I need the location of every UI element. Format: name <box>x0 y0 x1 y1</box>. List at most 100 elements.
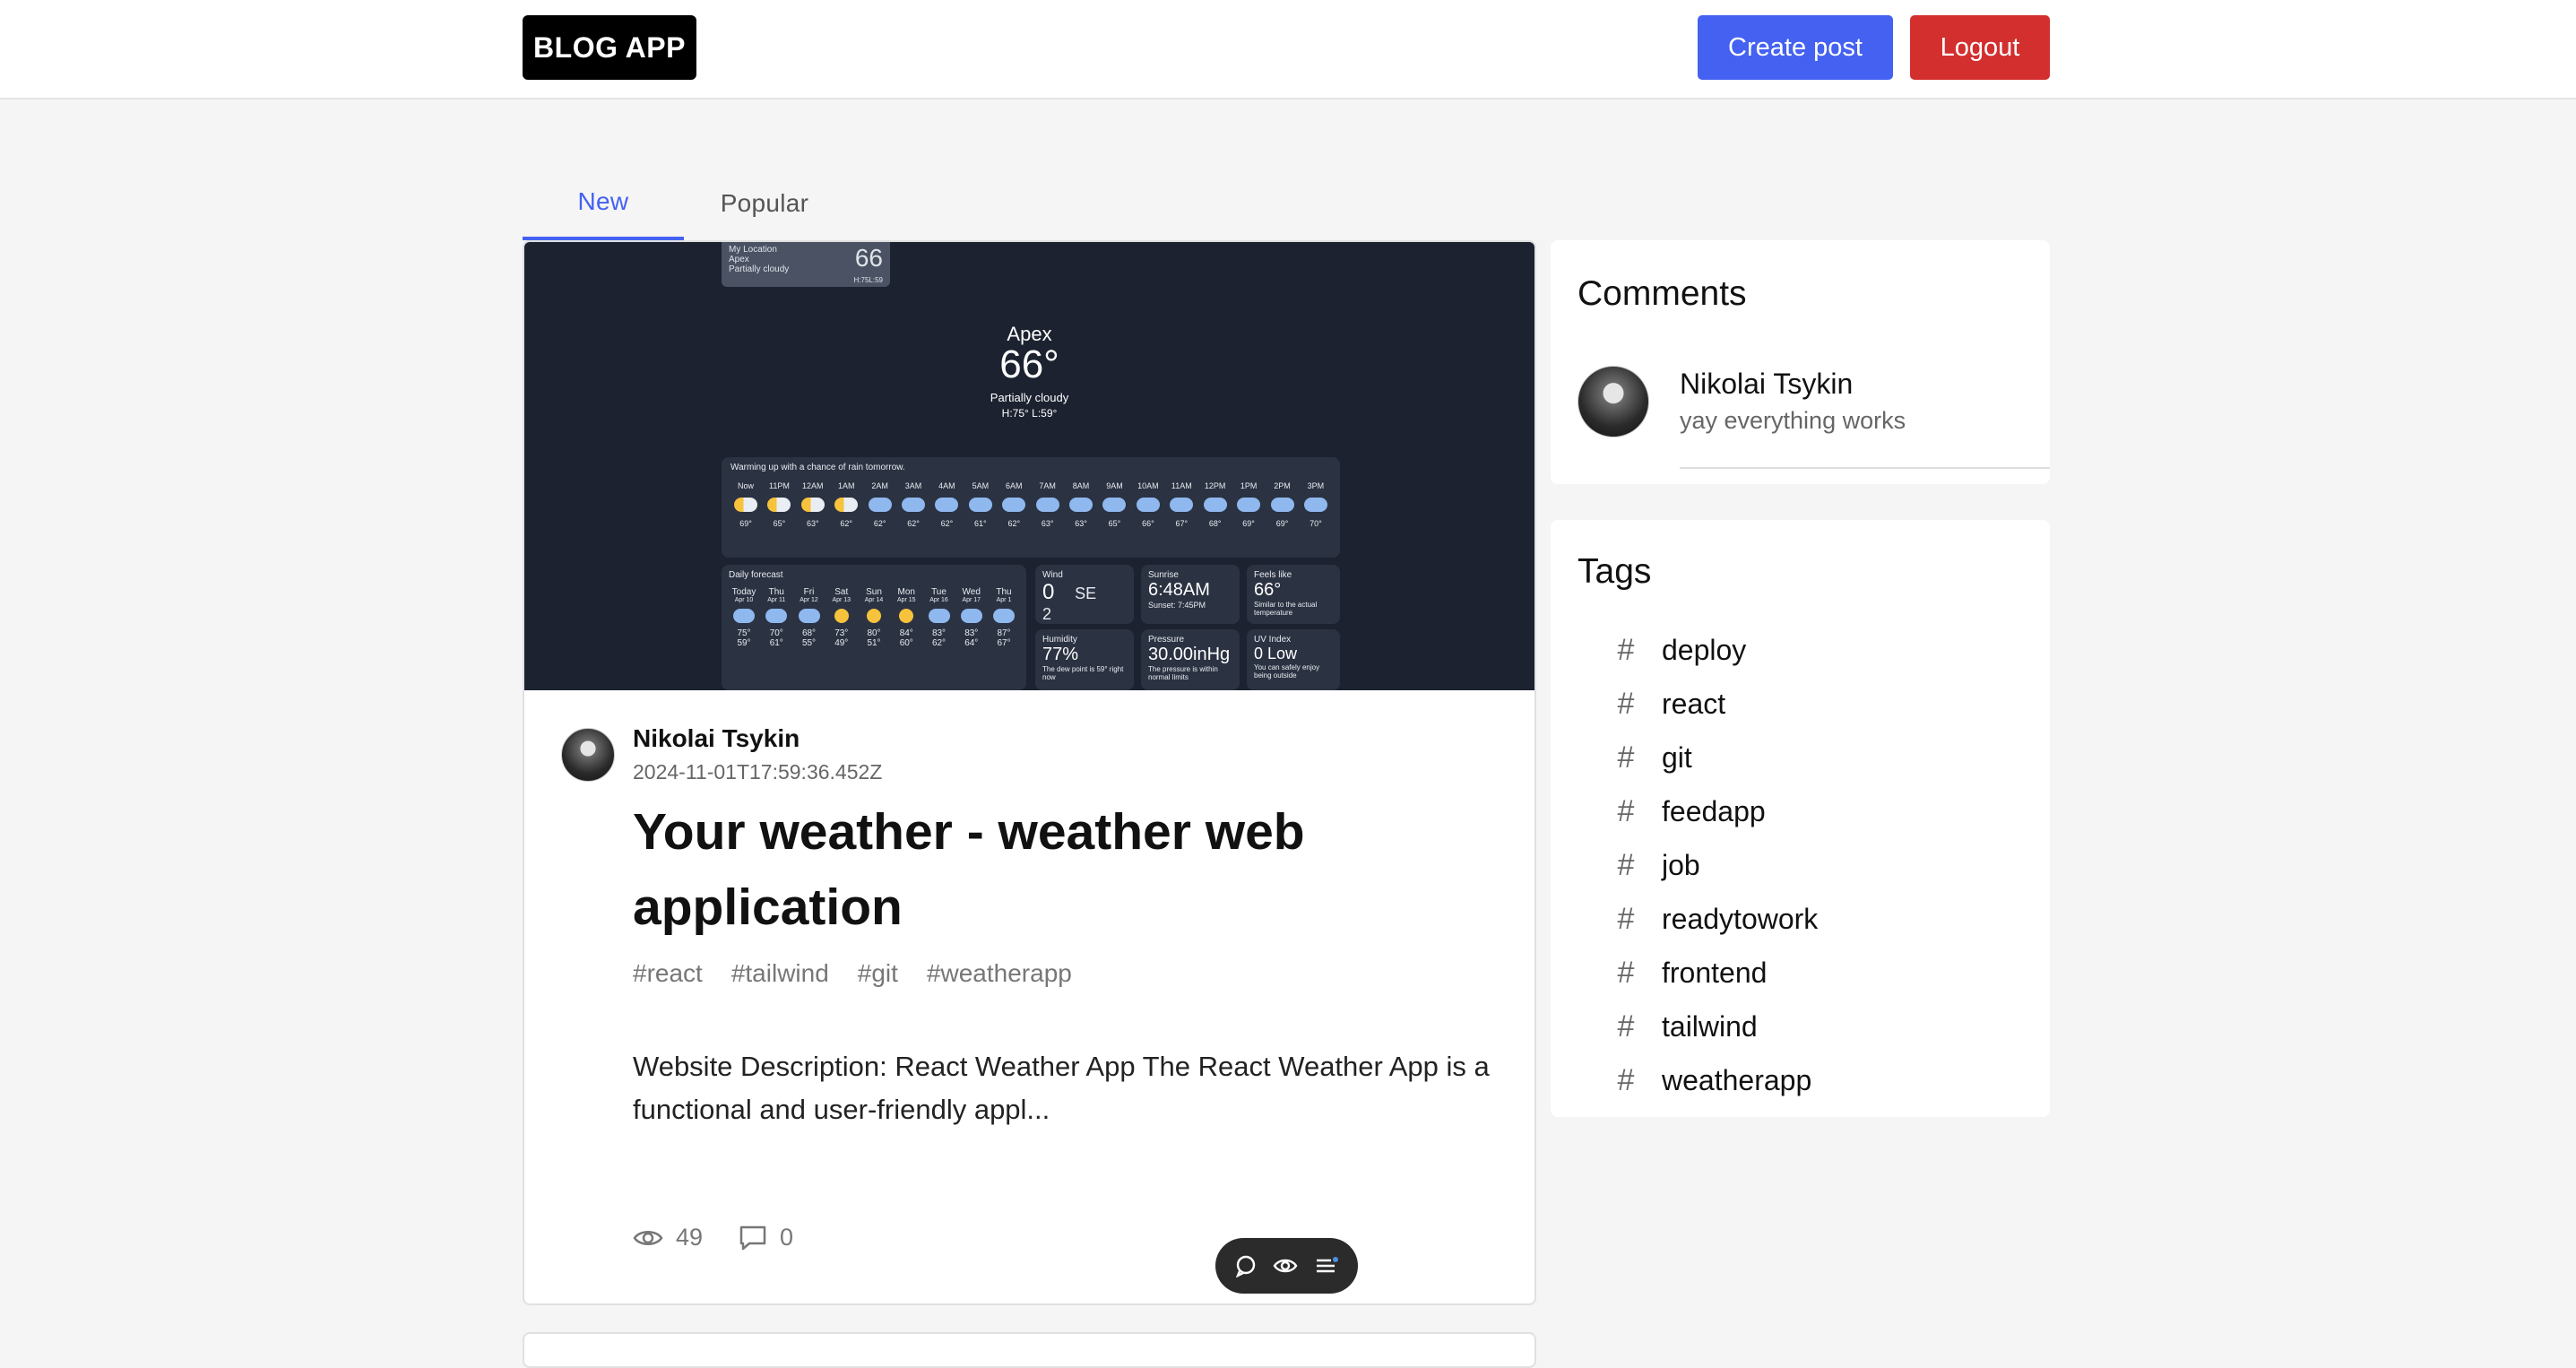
day-date: Apr 15 <box>896 597 916 603</box>
post-tag[interactable]: #tailwind <box>731 959 829 988</box>
sun-icon <box>899 609 914 623</box>
post-tag[interactable]: #weatherapp <box>927 959 1072 988</box>
tag-item[interactable]: # react <box>1612 677 1818 731</box>
comment-author[interactable]: Nikolai Tsykin <box>1680 368 1853 401</box>
tag-item[interactable]: # frontend <box>1612 946 1818 1000</box>
tag-item[interactable]: # job <box>1612 838 1818 892</box>
day-low: 49° <box>834 638 849 648</box>
uv-tile: UV Index 0 Low You can safely enjoy bein… <box>1247 629 1340 690</box>
hour-label: 9AM <box>1106 481 1123 490</box>
day-date: Apr 16 <box>929 597 948 603</box>
cloud-icon <box>733 609 755 623</box>
day-high: 84° <box>899 628 913 638</box>
hourly-item: 11PM 65° <box>764 481 794 528</box>
hour-label: 6AM <box>1005 481 1023 490</box>
cloud-icon <box>993 609 1015 623</box>
hour-temp: 62° <box>907 519 920 528</box>
hash-icon: # <box>1617 686 1635 721</box>
hour-label: 12PM <box>1204 481 1226 490</box>
hourly-item: 2AM 62° <box>865 481 895 528</box>
hour-label: 5AM <box>972 481 990 490</box>
hash-icon: # <box>1617 740 1635 775</box>
author-avatar[interactable] <box>561 728 615 782</box>
day-date: Apr 10 <box>734 597 754 603</box>
post-tag[interactable]: #git <box>858 959 898 988</box>
sunrise-label: Sunrise <box>1148 570 1179 580</box>
views-count: 49 <box>676 1224 704 1251</box>
post-card[interactable]: My Location Apex Partially cloudy 66 H:7… <box>523 240 1536 1305</box>
logout-button[interactable]: Logout <box>1910 15 2050 80</box>
pressure-label: Pressure <box>1148 635 1185 645</box>
hour-label: 12AM <box>802 481 824 490</box>
daily-item: Thu Apr 11 70° 61° <box>761 587 791 648</box>
tab-popular[interactable]: Popular <box>684 166 845 240</box>
create-post-button[interactable]: Create post <box>1698 15 1893 80</box>
post-title[interactable]: Your weather - weather web application <box>633 794 1439 945</box>
cloud-icon <box>928 609 950 623</box>
weather-location-card: My Location Apex Partially cloudy 66 H:7… <box>722 242 890 287</box>
cloud-icon <box>868 498 892 512</box>
day-label: Wed <box>962 587 981 597</box>
tag-item[interactable]: # git <box>1612 731 1818 784</box>
next-post-card[interactable] <box>523 1332 1536 1368</box>
post-stats: 49 0 <box>633 1224 829 1251</box>
tag-item[interactable]: # deploy <box>1612 623 1818 677</box>
day-date: Apr 17 <box>962 597 981 603</box>
tab-new[interactable]: New <box>523 166 684 240</box>
tag-item[interactable]: # weatherapp <box>1612 1053 1818 1107</box>
day-label: Thu <box>768 587 784 597</box>
post-cover-image[interactable]: My Location Apex Partially cloudy 66 H:7… <box>524 242 1534 690</box>
hour-label: 11AM <box>1171 481 1192 490</box>
app-logo[interactable]: BLOG APP <box>523 15 696 80</box>
comments-panel: Comments Nikolai Tsykin yay everything w… <box>1551 240 2050 484</box>
day-low: 67° <box>997 638 1011 648</box>
day-label: Tue <box>931 587 947 597</box>
daily-item: Sun Apr 14 80° 51° <box>859 587 889 648</box>
hourly-item: Now 69° <box>730 481 761 528</box>
day-high: 75° <box>737 628 751 638</box>
comment-icon <box>739 1225 766 1250</box>
tags-panel: Tags # deploy # react # git # feedapp # job #… <box>1551 520 2050 1117</box>
feels-like-value: 66° <box>1254 580 1282 600</box>
hourly-item: 7AM 63° <box>1033 481 1063 528</box>
cloud-icon <box>935 498 959 512</box>
post-tag[interactable]: #react <box>633 959 703 988</box>
cloud-icon <box>765 609 788 623</box>
cloud-icon <box>1303 498 1327 512</box>
daily-item: Wed Apr 17 83° 64° <box>956 587 987 648</box>
comment-text: yay everything works <box>1680 407 1906 434</box>
tag-item[interactable]: # tailwind <box>1612 1000 1818 1053</box>
tag-item[interactable]: # feedapp <box>1612 784 1818 838</box>
hour-label: 3PM <box>1307 481 1325 490</box>
comment-avatar[interactable] <box>1578 366 1649 437</box>
eye-icon[interactable] <box>1273 1255 1298 1277</box>
hourly-item: 2PM 69° <box>1267 481 1298 528</box>
day-date: Apr 14 <box>864 597 884 603</box>
weather-summary: Warming up with a chance of rain tomorro… <box>730 463 905 472</box>
day-low: 60° <box>899 638 913 648</box>
hour-label: 7AM <box>1039 481 1056 490</box>
uv-label: UV Index <box>1254 635 1292 645</box>
hourly-item: 3AM 62° <box>898 481 929 528</box>
hour-label: Now <box>737 481 754 490</box>
feed-tabs: New Popular <box>523 166 845 240</box>
day-high: 87° <box>997 628 1011 638</box>
day-low: 62° <box>931 638 947 648</box>
weather-daily: Daily forecast Today Apr 10 75° 59° Thu Apr 1… <box>722 565 1026 690</box>
hash-icon: # <box>1617 793 1635 828</box>
chat-icon[interactable] <box>1234 1254 1258 1277</box>
menu-icon[interactable] <box>1314 1255 1339 1277</box>
hash-icon: # <box>1617 901 1635 936</box>
hourly-item: 11AM 67° <box>1166 481 1197 528</box>
tag-list: # deploy # react # git # feedapp # job # ready… <box>1612 623 1819 1107</box>
tag-label: react <box>1662 687 1726 720</box>
wind-direction: SE <box>1075 584 1097 602</box>
hour-temp: 65° <box>773 519 786 528</box>
wind-label: Wind <box>1042 570 1063 580</box>
hourly-item: 5AM 61° <box>965 481 996 528</box>
tag-item[interactable]: # readytowork <box>1612 892 1819 946</box>
sun-icon <box>867 609 881 623</box>
author-name[interactable]: Nikolai Tsykin <box>633 724 800 753</box>
hash-icon: # <box>1617 1009 1635 1043</box>
cloud-icon <box>834 498 859 512</box>
